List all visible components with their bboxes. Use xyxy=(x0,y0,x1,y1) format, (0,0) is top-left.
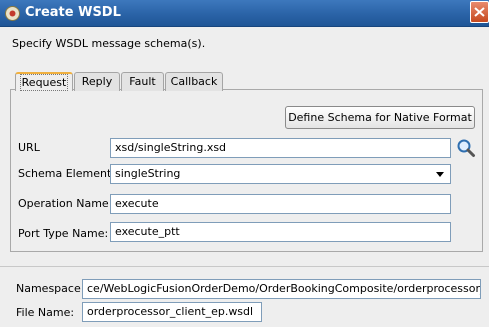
schema-element-value: singleString xyxy=(115,167,181,180)
chevron-down-icon xyxy=(436,172,444,177)
port-type-name-input[interactable]: execute_ptt xyxy=(110,222,451,242)
close-button[interactable] xyxy=(470,1,489,23)
file-name-input[interactable]: orderprocessor_client_ep.wsdl xyxy=(82,302,262,322)
operation-name-label: Operation Name: xyxy=(18,197,113,210)
url-label: URL xyxy=(18,141,40,154)
tab-reply[interactable]: Reply xyxy=(74,72,120,91)
search-icon[interactable] xyxy=(456,138,476,158)
close-icon xyxy=(474,7,485,17)
tab-callback[interactable]: Callback xyxy=(165,72,223,91)
schema-element-label: Schema Element xyxy=(18,167,112,180)
tab-fault[interactable]: Fault xyxy=(121,72,164,91)
port-type-name-label: Port Type Name: xyxy=(18,227,109,240)
operation-name-input[interactable]: execute xyxy=(110,194,451,214)
title-bar: Create WSDL xyxy=(0,0,489,27)
define-schema-button[interactable]: Define Schema for Native Format xyxy=(285,106,475,129)
schema-element-select[interactable]: singleString xyxy=(110,164,451,184)
namespace-input[interactable]: ce/WebLogicFusionOrderDemo/OrderBookingC… xyxy=(82,279,481,299)
separator xyxy=(0,266,489,267)
tab-request[interactable]: Request xyxy=(15,72,73,91)
tab-callback-label: Callback xyxy=(170,75,218,88)
tab-request-label: Request xyxy=(19,74,69,91)
tab-reply-label: Reply xyxy=(81,75,113,88)
namespace-label: Namespace: xyxy=(16,282,85,295)
window-title: Create WSDL xyxy=(25,5,121,20)
url-input[interactable]: xsd/singleString.xsd xyxy=(110,138,451,158)
tab-fault-label: Fault xyxy=(129,75,156,88)
dialog-subtitle: Specify WSDL message schema(s). xyxy=(12,37,206,50)
file-name-label: File Name: xyxy=(16,306,75,319)
app-icon xyxy=(5,6,20,21)
